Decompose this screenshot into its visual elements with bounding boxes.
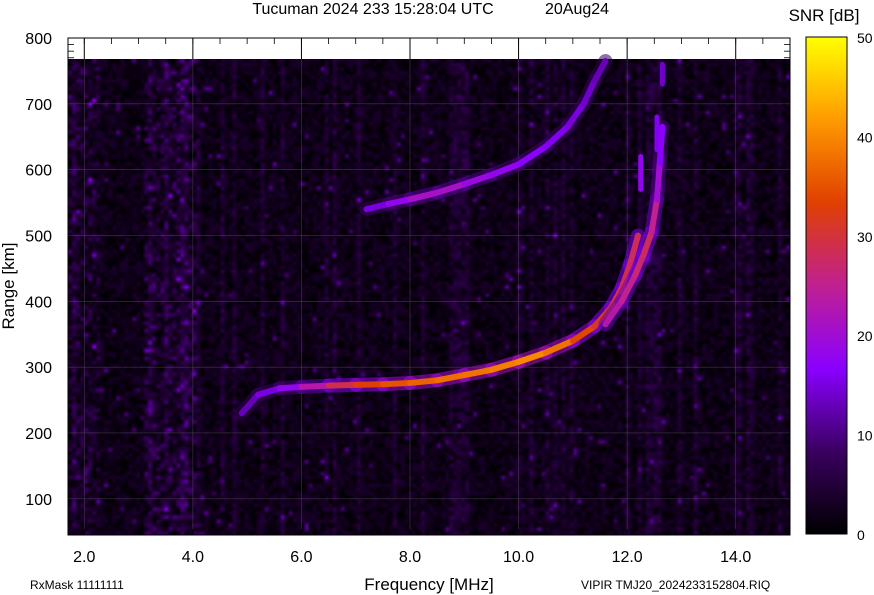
y-tick-label: 800 bbox=[25, 31, 52, 48]
echo-segment bbox=[407, 377, 441, 386]
colorbar-tick-label: 30 bbox=[857, 229, 873, 245]
x-tick-label: 14.0 bbox=[720, 549, 751, 566]
y-tick-label: 100 bbox=[25, 492, 52, 509]
colorbar-tick-label: 50 bbox=[857, 30, 873, 46]
y-tick-label: 600 bbox=[25, 163, 52, 180]
y-tick-label: 500 bbox=[25, 228, 52, 245]
colorbar-label: SNR [dB] bbox=[789, 6, 860, 25]
y-axis-label: Range [km] bbox=[0, 243, 18, 330]
colorbar-tick-label: 10 bbox=[857, 428, 873, 444]
echo-segment bbox=[298, 382, 332, 390]
x-tick-label: 4.0 bbox=[182, 549, 204, 566]
y-tick-label: 400 bbox=[25, 294, 52, 311]
colorbar-tick-label: 20 bbox=[857, 328, 873, 344]
echo-segment bbox=[352, 381, 386, 388]
echo-segment bbox=[276, 383, 305, 392]
y-tick-label: 200 bbox=[25, 426, 52, 443]
colorbar-tick-label: 40 bbox=[857, 129, 873, 145]
echo-segment bbox=[325, 381, 359, 389]
chart-date: 20Aug24 bbox=[545, 1, 609, 18]
heatmap-noise bbox=[68, 59, 790, 535]
echo-segment bbox=[656, 123, 666, 167]
echo-segment bbox=[654, 160, 663, 203]
x-tick-label: 8.0 bbox=[399, 549, 421, 566]
y-tick-label: 300 bbox=[25, 360, 52, 377]
echo-segment bbox=[379, 379, 413, 388]
chart-title: Tucuman 2024 233 15:28:04 UTC bbox=[252, 1, 493, 18]
x-tick-label: 10.0 bbox=[503, 549, 534, 566]
colorbar-tick-label: 0 bbox=[857, 527, 865, 543]
colorbar bbox=[805, 36, 848, 535]
ionogram-chart: Tucuman 2024 233 15:28:04 UTC 20Aug24 2.… bbox=[0, 1, 873, 594]
colorbar-ticks: 0 10 20 30 40 50 bbox=[857, 30, 873, 543]
x-axis-label: Frequency [MHz] bbox=[364, 575, 493, 594]
y-tick-label: 700 bbox=[25, 97, 52, 114]
x-tick-label: 2.0 bbox=[73, 549, 95, 566]
x-tick-label: 6.0 bbox=[290, 549, 312, 566]
rxmask-label: RxMask 11111111 bbox=[30, 578, 124, 592]
filename-label: VIPIR TMJ20_2024233152804.RIQ bbox=[581, 578, 770, 592]
x-tick-label: 12.0 bbox=[612, 549, 643, 566]
